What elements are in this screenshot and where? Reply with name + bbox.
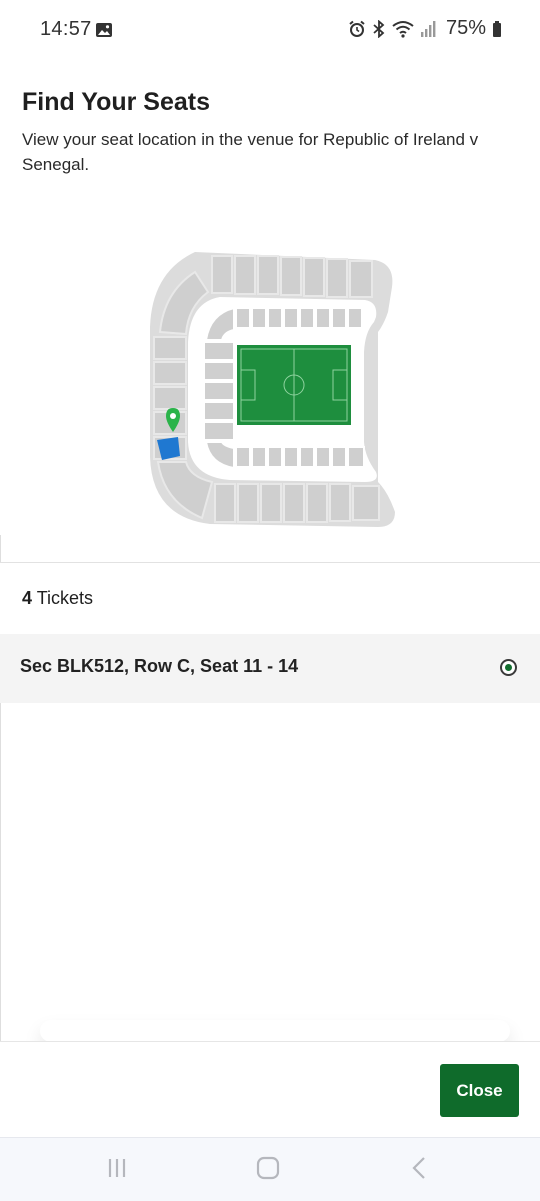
bluetooth-icon (372, 19, 386, 38)
status-time: 14:57 (40, 18, 92, 40)
ticket-option-label: Sec BLK512, Row C, Seat 11 - 14 (20, 656, 299, 676)
pitch (237, 345, 351, 425)
footer: Close (0, 1041, 540, 1138)
tickets-count: 4 Tickets (22, 588, 93, 609)
back-icon[interactable] (408, 1156, 432, 1185)
battery-percent: 75% (445, 17, 486, 39)
ticket-option-radio[interactable] (500, 659, 517, 676)
ticket-list-area (0, 703, 540, 1041)
page-subtitle: View your seat location in the venue for… (22, 130, 479, 174)
status-icons: 75% (348, 17, 502, 40)
page-title: Find Your Seats (22, 88, 211, 116)
close-button[interactable]: Close (440, 1064, 519, 1117)
nav-bar (0, 1137, 540, 1201)
seat-map[interactable] (140, 242, 400, 537)
recent-apps-icon[interactable] (105, 1156, 129, 1185)
tickets-count-number: 4 (22, 588, 33, 608)
alarm-icon (348, 20, 366, 38)
map-area-border (0, 535, 540, 563)
tickets-count-label: Tickets (36, 588, 94, 608)
gallery-icon (95, 22, 113, 43)
divider (0, 562, 540, 563)
signal-icon (420, 20, 436, 38)
status-bar: 14:57 75% (0, 0, 540, 60)
wifi-icon (392, 20, 414, 38)
ticket-option-row[interactable]: Sec BLK512, Row C, Seat 11 - 14 (0, 634, 540, 703)
list-shadow (40, 1020, 510, 1042)
battery-icon (492, 20, 502, 38)
radio-selected-dot (505, 664, 512, 671)
home-icon[interactable] (256, 1156, 280, 1185)
